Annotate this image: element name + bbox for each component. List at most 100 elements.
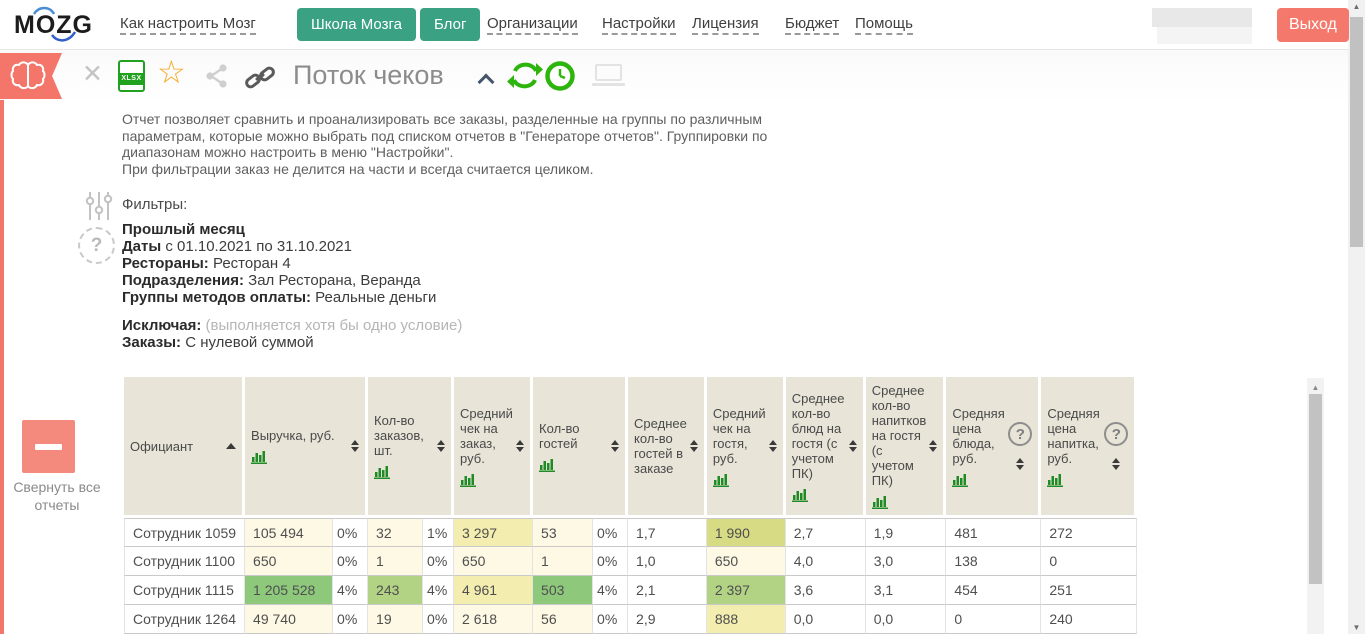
page-scrollbar-thumb[interactable]	[1350, 17, 1363, 247]
display-mode-icon[interactable]	[592, 64, 625, 86]
cell: 454	[946, 576, 1041, 605]
bar-chart-icon[interactable]	[1047, 473, 1064, 487]
cell: 650	[245, 547, 333, 576]
share-icon[interactable]	[203, 63, 230, 90]
column-header-waiter[interactable]: Официант	[124, 377, 245, 518]
sort-icon	[611, 440, 619, 452]
blog-button[interactable]: Блог	[420, 8, 480, 41]
column-label: Кол-во заказов, шт.	[374, 413, 434, 458]
cell: 272	[1041, 518, 1137, 547]
brain-ribbon-tab[interactable]	[0, 53, 62, 99]
column-header-revenue[interactable]: Выручка, руб.	[245, 377, 368, 518]
cell: Сотрудник 1264	[124, 605, 245, 634]
scroll-up-arrow-icon[interactable]: ▲	[1307, 378, 1324, 392]
cell: 4%	[423, 576, 454, 605]
filters-heading: Фильтры:	[122, 196, 187, 213]
nav-link-license[interactable]: Лицензия	[692, 15, 759, 35]
school-button[interactable]: Школа Мозга	[297, 8, 416, 41]
cell: 3,6	[786, 576, 866, 605]
cell: 2 397	[707, 576, 786, 605]
bar-chart-icon[interactable]	[539, 458, 556, 472]
cell: 32	[368, 518, 423, 547]
column-header-avg-dish-price[interactable]: Средняя цена блюда, руб.?	[946, 377, 1041, 518]
sort-asc-icon	[226, 443, 236, 449]
cell: 243	[368, 576, 423, 605]
column-label: Среднее кол-во гостей в заказе	[634, 416, 687, 476]
bar-chart-icon[interactable]	[792, 488, 809, 502]
page-scrollbar[interactable]: ▲ ▼	[1348, 0, 1365, 634]
cell: 503	[533, 576, 593, 605]
column-label: Среднее кол-во блюд на гостя (с учетом П…	[792, 391, 846, 481]
xlsx-export-icon[interactable]: XLSX	[118, 60, 145, 92]
column-header-guests-count[interactable]: Кол-во гостей	[533, 377, 628, 518]
bar-chart-icon[interactable]	[952, 473, 969, 487]
help-icon[interactable]: ?	[1104, 422, 1128, 446]
cell: 2,9	[628, 605, 707, 634]
sort-icon	[769, 440, 777, 452]
mozg-logo[interactable]: MOZG	[14, 5, 94, 45]
nav-link-settings[interactable]: Настройки	[602, 15, 676, 35]
nav-link-budget[interactable]: Бюджет	[785, 15, 839, 35]
cell: 481	[946, 518, 1041, 547]
bar-chart-icon[interactable]	[713, 473, 730, 487]
nav-link-organizations[interactable]: Организации	[487, 15, 578, 35]
table-scrollbar[interactable]: ▲	[1307, 378, 1324, 634]
cell: 1 205 528	[245, 576, 333, 605]
bar-chart-icon[interactable]	[460, 473, 477, 487]
column-header-avg-drinks-guest[interactable]: Среднее кол-во напитков на гостя (с учет…	[866, 377, 947, 518]
description-paragraph: Отчет позволяет сравнить и проанализиров…	[122, 111, 834, 161]
cell: 0,0	[786, 605, 866, 634]
collapse-caret-icon[interactable]	[478, 74, 495, 91]
cell: Сотрудник 1100	[124, 547, 245, 576]
nav-link-how-to-setup[interactable]: Как настроить Мозг	[120, 15, 256, 35]
column-header-avg-check-order[interactable]: Средний чек на заказ, руб.	[454, 377, 533, 518]
column-header-avg-guests-order[interactable]: Среднее кол-во гостей в заказе	[628, 377, 707, 518]
cell: 3,1	[866, 576, 947, 605]
filter-line: Группы методов оплаты: Реальные деньги	[122, 289, 462, 306]
cell: 0%	[333, 605, 368, 634]
cell: 53	[533, 518, 593, 547]
copy-link-icon[interactable]	[243, 63, 277, 93]
cell: 2,7	[786, 518, 866, 547]
column-label: Средняя цена напитка, руб.	[1047, 406, 1101, 466]
cell: 1	[368, 547, 423, 576]
bar-chart-icon[interactable]	[251, 450, 268, 464]
column-header-avg-drink-price[interactable]: Средняя цена напитка, руб.?	[1041, 377, 1137, 518]
column-label: Кол-во гостей	[539, 421, 608, 451]
column-header-avg-check-guest[interactable]: Средний чек на гостя, руб.	[707, 377, 786, 518]
filter-line: Заказы: С нулевой суммой	[122, 334, 462, 351]
favorite-star-icon[interactable]: ☆	[157, 56, 186, 88]
refresh-icon[interactable]	[507, 59, 543, 93]
filters-help-icon[interactable]: ?	[78, 227, 115, 264]
table-scrollbar-thumb[interactable]	[1309, 394, 1322, 584]
column-label: Средний чек на гостя, руб.	[713, 406, 766, 466]
logout-button[interactable]: Выход	[1277, 8, 1349, 42]
sort-icon	[849, 440, 857, 452]
bar-chart-icon[interactable]	[374, 465, 391, 479]
filters-sliders-icon[interactable]	[84, 190, 114, 222]
sort-icon	[351, 440, 359, 452]
app-window: MOZG Как настроить Мозг Школа Мозга Блог…	[0, 0, 1365, 634]
column-header-avg-dishes-guest[interactable]: Среднее кол-во блюд на гостя (с учетом П…	[786, 377, 866, 518]
cell: 2 618	[454, 605, 533, 634]
schedule-clock-icon[interactable]	[544, 60, 576, 92]
collapse-all-reports-button[interactable]	[22, 420, 75, 473]
cell: 240	[1041, 605, 1137, 634]
cell: Сотрудник 1115	[124, 576, 245, 605]
cell: 0%	[423, 605, 454, 634]
filter-line: Даты с 01.10.2021 по 31.10.2021	[122, 238, 462, 255]
close-icon[interactable]: ✕	[82, 62, 103, 87]
bar-chart-icon[interactable]	[872, 495, 889, 509]
nav-link-help[interactable]: Помощь	[855, 15, 913, 35]
cell: 1	[533, 547, 593, 576]
cell: 650	[707, 547, 786, 576]
cell: 138	[946, 547, 1041, 576]
help-icon[interactable]: ?	[1008, 422, 1032, 446]
sort-icon	[1112, 458, 1120, 470]
scroll-up-arrow-icon[interactable]: ▲	[1348, 2, 1365, 11]
column-header-orders-count[interactable]: Кол-во заказов, шт.	[368, 377, 454, 518]
scroll-down-arrow-icon[interactable]: ▼	[1348, 623, 1365, 632]
cell: 0%	[593, 547, 628, 576]
cell: 0%	[423, 547, 454, 576]
column-label: Среднее кол-во напитков на гостя (с учет…	[872, 383, 927, 488]
